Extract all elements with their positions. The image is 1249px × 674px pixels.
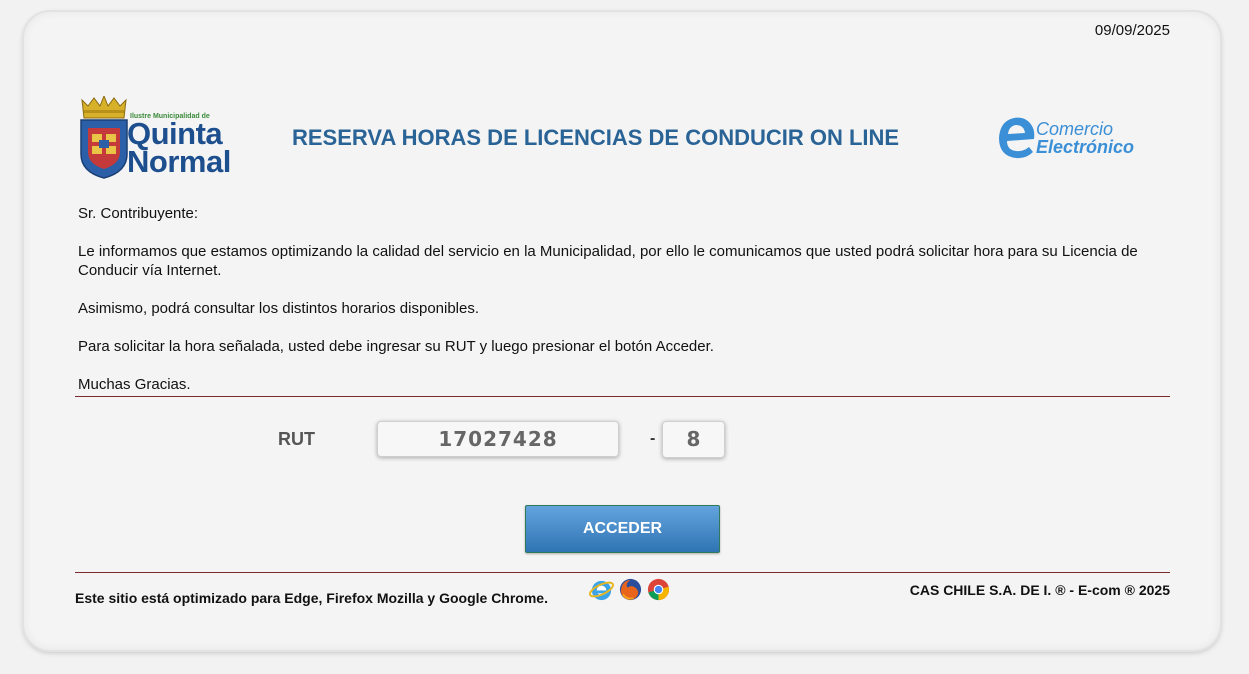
schedule-paragraph: Asimismo, podrá consultar los distintos … bbox=[78, 300, 480, 317]
chrome-icon bbox=[646, 577, 671, 602]
ecommerce-logo: Comercio Electrónico bbox=[996, 114, 1156, 162]
info-paragraph: Le informamos que estamos optimizando la… bbox=[78, 243, 1138, 279]
instructions-paragraph: Para solicitar la hora señalada, usted d… bbox=[78, 338, 714, 355]
access-button[interactable]: ACCEDER bbox=[525, 505, 720, 553]
copyright: CAS CHILE S.A. DE I. ® - E-com ® 2025 bbox=[909, 582, 1170, 598]
divider-top bbox=[75, 396, 1170, 397]
logo-line2: Normal bbox=[127, 144, 231, 179]
current-date: 09/09/2025 bbox=[1094, 22, 1170, 39]
rut-check-digit-input[interactable]: 8 bbox=[662, 421, 725, 458]
e-logo-icon bbox=[999, 117, 1035, 159]
crest-icon bbox=[80, 96, 128, 179]
ecommerce-logo-line1: Comercio bbox=[1036, 119, 1114, 139]
rut-label: RUT bbox=[278, 429, 315, 449]
browser-support-note: Este sitio está optimizado para Edge, Fi… bbox=[75, 590, 548, 606]
closing-text: Muchas Gracias. bbox=[78, 376, 191, 393]
rut-separator: - bbox=[650, 430, 656, 447]
rut-input[interactable]: 17027428 bbox=[377, 421, 619, 457]
edge-icon bbox=[589, 577, 614, 602]
ecommerce-logo-line2: Electrónico bbox=[1036, 137, 1135, 157]
divider-bottom bbox=[75, 572, 1170, 573]
firefox-icon bbox=[618, 577, 643, 602]
page-title: RESERVA HORAS DE LICENCIAS DE CONDUCIR O… bbox=[292, 125, 900, 150]
greeting: Sr. Contribuyente: bbox=[78, 205, 199, 222]
municipality-logo: Ilustre Municipalidad de Quinta Normal bbox=[78, 96, 231, 180]
browser-icons bbox=[589, 577, 673, 603]
